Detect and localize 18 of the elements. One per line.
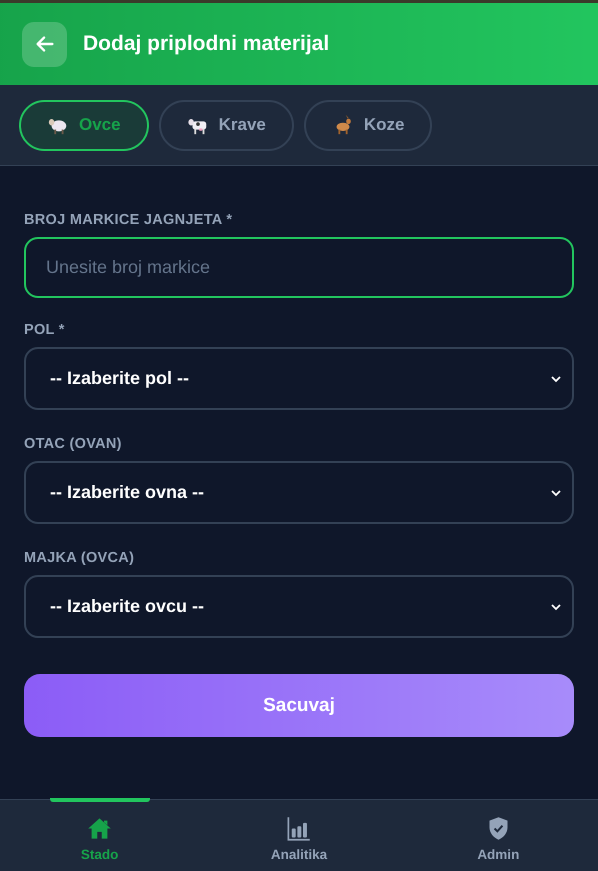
animal-tab[interactable]: Koze xyxy=(304,100,432,150)
field-label: POL * xyxy=(24,322,66,338)
animal-tab[interactable]: Ovce xyxy=(19,100,149,150)
select-field[interactable]: -- Izaberite ovcu -- xyxy=(24,575,574,638)
select-field[interactable]: -- Izaberite ovna -- xyxy=(24,461,574,524)
field-label: MAJKA (OVCA) xyxy=(24,550,136,566)
select-field[interactable]: -- Izaberite pol -- xyxy=(24,347,574,410)
save-button[interactable]: Sacuvaj xyxy=(24,674,574,737)
nav-item[interactable]: Admin xyxy=(398,800,598,871)
field-label: OTAC (OVAN) xyxy=(24,436,123,452)
bar-chart-icon xyxy=(285,815,312,842)
nav-item[interactable]: Stado xyxy=(0,800,200,871)
field-label: BROJ MARKICE JAGNJETA * xyxy=(24,212,234,228)
page-title: Dodaj priplodni materijal xyxy=(83,32,330,56)
animal-tab[interactable]: Krave xyxy=(158,100,294,150)
tag-number-input[interactable]: Unesite broj markice xyxy=(24,237,574,298)
nav-item[interactable]: Analitika xyxy=(199,800,399,871)
back-button[interactable] xyxy=(22,22,67,66)
